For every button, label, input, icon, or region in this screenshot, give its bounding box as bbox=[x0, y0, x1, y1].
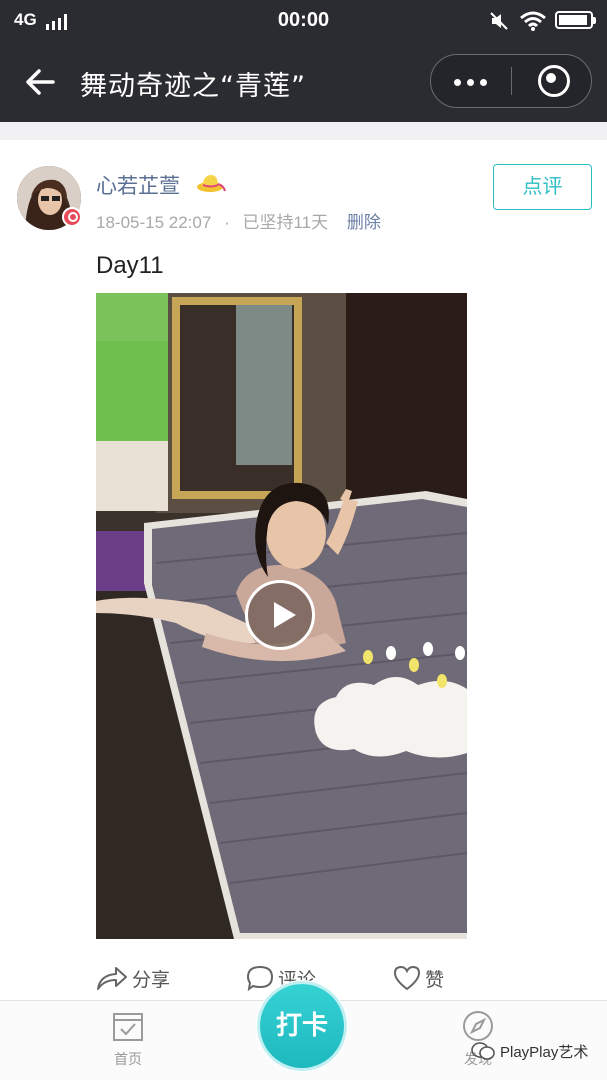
tab-home[interactable]: 首页 bbox=[88, 1009, 168, 1069]
streak-text: 已坚持11天 bbox=[242, 213, 329, 232]
post-timestamp: 18-05-15 22:07 bbox=[96, 213, 212, 232]
mini-program-capsule bbox=[430, 54, 592, 108]
like-label: 赞 bbox=[425, 968, 445, 991]
live-badge-icon bbox=[62, 207, 82, 227]
comment-bubble-icon bbox=[246, 965, 274, 991]
delete-link[interactable]: 删除 bbox=[347, 213, 381, 232]
heart-icon bbox=[393, 965, 421, 991]
close-mini-program-button[interactable] bbox=[512, 55, 592, 107]
watermark-text: PlayPlay艺术 bbox=[500, 1043, 589, 1061]
share-label: 分享 bbox=[132, 968, 171, 991]
sun-hat-emoji-icon bbox=[197, 175, 226, 192]
section-divider bbox=[0, 122, 607, 140]
status-bar: 4G 00:00 bbox=[0, 0, 607, 42]
tab-home-label: 首页 bbox=[114, 1052, 142, 1068]
calendar-check-icon bbox=[113, 1013, 143, 1041]
target-dot-icon bbox=[546, 73, 556, 83]
more-dot-icon bbox=[454, 79, 461, 86]
watermark: PlayPlay艺术 bbox=[470, 1040, 588, 1062]
back-arrow-icon[interactable] bbox=[22, 64, 58, 100]
wechat-official-account-icon bbox=[471, 1042, 495, 1060]
play-icon[interactable] bbox=[245, 580, 315, 650]
review-button[interactable]: 点评 bbox=[493, 164, 592, 210]
punch-in-button[interactable]: 打卡 bbox=[256, 980, 348, 1072]
post-meta: 18-05-15 22:07 · 已坚持11天 删除 bbox=[96, 208, 381, 233]
mute-icon bbox=[490, 12, 508, 30]
username[interactable]: 心若芷萱 bbox=[96, 170, 180, 200]
like-button[interactable]: 赞 bbox=[393, 958, 444, 998]
page-title: 舞动奇迹之“青莲” bbox=[80, 71, 306, 102]
share-button[interactable]: 分享 bbox=[96, 958, 170, 998]
post-caption: Day11 bbox=[96, 252, 164, 279]
more-dot-icon bbox=[480, 79, 487, 86]
more-dot-icon bbox=[467, 79, 474, 86]
post-card: 心若芷萱 18-05-15 22:07 · 已坚持11天 删除 点评 Day11 bbox=[0, 140, 607, 1000]
more-button[interactable] bbox=[431, 55, 511, 107]
status-time: 00:00 bbox=[277, 9, 330, 31]
nav-bar: 舞动奇迹之“青莲” bbox=[0, 42, 607, 122]
share-icon bbox=[97, 967, 127, 990]
meta-separator: · bbox=[224, 213, 230, 232]
wifi-icon bbox=[520, 11, 546, 31]
battery-level bbox=[559, 15, 587, 25]
video-player[interactable] bbox=[96, 293, 467, 939]
battery-icon bbox=[555, 11, 596, 29]
punch-in-label: 打卡 bbox=[260, 984, 344, 1068]
compass-icon bbox=[463, 1011, 493, 1041]
